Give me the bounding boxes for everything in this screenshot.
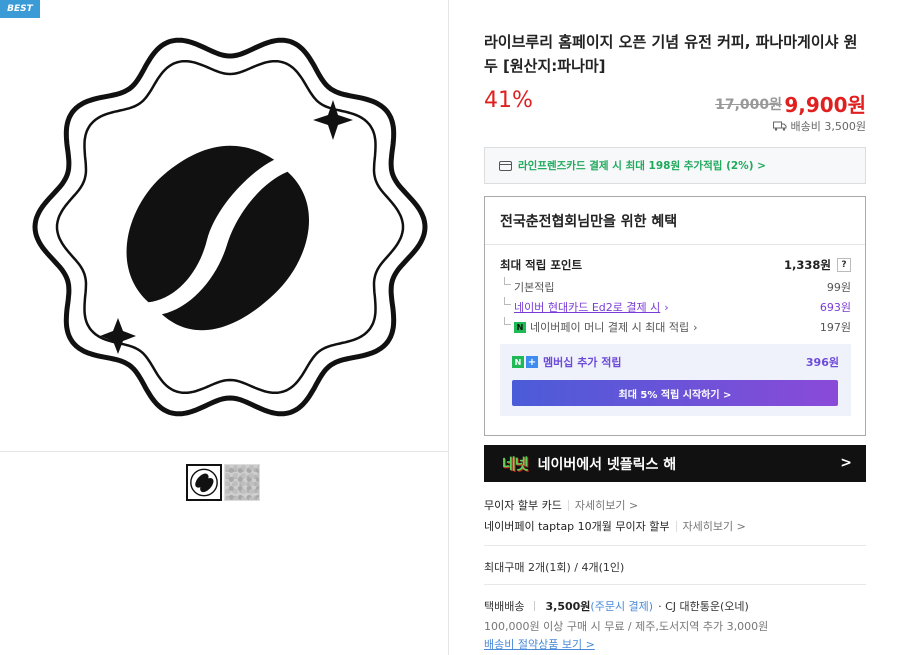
delivery-fee: 3,500원 [545,600,591,613]
thumbnail-strip [186,464,260,501]
npay-money-text: 네이버페이 머니 결제 시 최대 적립 [530,321,690,334]
membership-value: 396원 [805,356,839,369]
points-row-label: 네이버 현대카드 Ed2로 결제 시 › [500,297,669,315]
chevron-right-icon: › [664,300,669,314]
membership-start-button[interactable]: 최대 5% 적립 시작하기 > [512,380,838,406]
thumbnail-beans-photo[interactable] [224,464,260,501]
installment-row: 네이버페이 taptap 10개월 무이자 할부 자세히보기 > [484,518,746,534]
points-row-value: 99원 [826,281,851,294]
delivery-courier: · CJ 대한통운(오네) [658,600,749,613]
sale-price: 9,900원 [784,93,866,117]
installment-more-link[interactable]: 자세히보기 > [675,520,746,532]
installment-label: 무이자 할부 카드 [484,499,562,512]
max-points-label: 최대 적립 포인트 [500,258,583,272]
points-row-hyundai-card[interactable]: 네이버 현대카드 Ed2로 결제 시 › 693원 [500,297,851,315]
installment-more-link[interactable]: 자세히보기 > [567,499,638,511]
benefit-title: 전국춘전협회님만을 위한 혜택 [500,214,678,230]
product-title: 라이브루리 홈페이지 오픈 기념 유전 커피, 파나마게이샤 원두 [원산지:파… [484,33,858,75]
points-row-basic: 기본적립 99원 [500,277,851,295]
gallery-divider [0,451,449,452]
delivery-info: 택배배송 3,500원 (주문시 결제) · CJ 대한통운(오네) [484,598,749,614]
netflix-logo: 네넷 [502,455,529,473]
points-row-label: 기본적립 [500,277,554,295]
divider [534,601,536,611]
coffee-bean-badge-icon[interactable] [20,22,440,432]
points-row-value: 197원 [819,321,851,334]
product-gallery: BEST [0,0,449,655]
delivery-type: 택배배송 [484,600,525,613]
card-promo-banner[interactable]: 라인프렌즈카드 결제 시 최대 198원 추가적립 (2%) > [484,147,866,184]
shipping-fee: 배송비 3,500원 [772,118,866,134]
points-row-npay-money[interactable]: N 네이버페이 머니 결제 시 최대 적립 › 197원 [500,317,851,335]
best-badge: BEST [0,0,40,18]
naver-plus-icon: N + [512,356,538,368]
naver-pay-icon: N [514,321,526,333]
installment-label: 네이버페이 taptap 10개월 무이자 할부 [484,520,670,533]
membership-header: N + 멤버십 추가 적립 396원 [512,354,839,370]
purchase-limit: 최대구매 2개(1회) / 4개(1인) [484,561,625,574]
max-points-value: 1,338원 [784,258,831,272]
truck-icon [772,121,787,131]
delivery-fee-note: (주문시 결제) [590,600,654,613]
membership-box: N + 멤버십 추가 적립 396원 최대 5% 적립 시작하기 > [500,344,851,416]
max-points-row: 최대 적립 포인트 1,338원 ? [500,257,851,273]
points-row-value: 693원 [819,301,851,314]
section-divider [484,545,866,546]
benefit-box: 전국춘전협회님만을 위한 혜택 최대 적립 포인트 1,338원 ? 기본적립 … [484,196,866,436]
chevron-right-icon: › [693,320,698,334]
chevron-right-icon: > [840,455,852,471]
benefit-divider [485,244,865,245]
free-shipping-condition: 100,000원 이상 구매 시 무료 / 제주,도서지역 추가 3,000원 [484,620,769,633]
discount-rate: 41% [484,88,533,113]
thumbnail-coffee-icon[interactable] [186,464,222,501]
card-promo-text: 라인프렌즈카드 결제 시 최대 198원 추가적립 (2%) > [518,160,766,172]
shipping-fee-text: 배송비 3,500원 [790,120,866,133]
hyundai-card-link[interactable]: 네이버 현대카드 Ed2로 결제 시 [514,299,660,315]
installment-row: 무이자 할부 카드 자세히보기 > [484,497,638,513]
credit-card-icon [499,160,512,171]
points-row-label: N 네이버페이 머니 결제 시 최대 적립 › [500,317,698,335]
original-price: 17,000원 [715,97,782,113]
netflix-banner-text: 네이버에서 넷플릭스 해 [537,456,677,473]
netflix-banner[interactable]: 네넷 네이버에서 넷플릭스 해 > [484,445,866,482]
help-icon[interactable]: ? [837,258,851,272]
shipping-saving-link[interactable]: 배송비 절약상품 보기 > [484,636,595,652]
section-divider [484,584,866,585]
membership-label: 멤버십 추가 적립 [543,356,622,369]
